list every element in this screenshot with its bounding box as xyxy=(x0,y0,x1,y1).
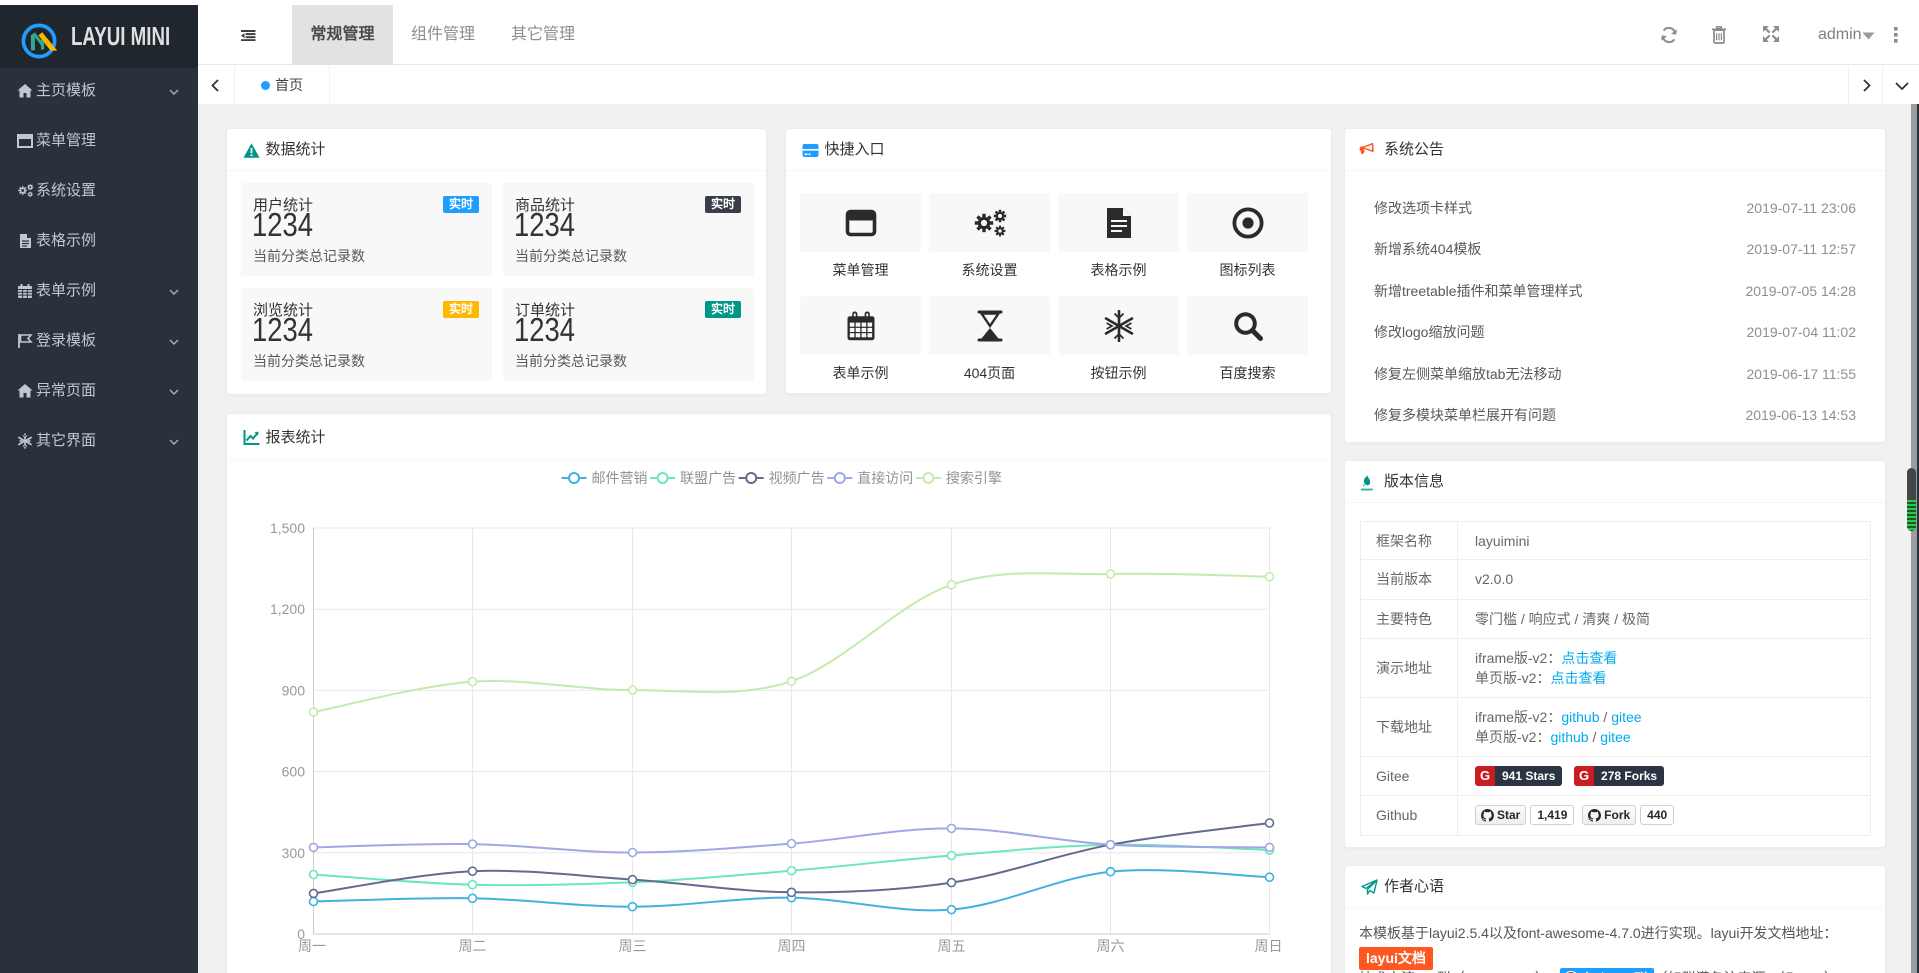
svg-text:周一: 周一 xyxy=(298,938,326,954)
svg-text:900: 900 xyxy=(281,682,305,698)
svg-text:1,200: 1,200 xyxy=(269,601,304,617)
svg-text:周五: 周五 xyxy=(937,938,965,954)
svg-text:周四: 周四 xyxy=(777,938,805,954)
svg-text:搜索引擎: 搜索引擎 xyxy=(945,470,1001,486)
svg-text:1,500: 1,500 xyxy=(269,520,304,536)
svg-text:视频广告: 视频广告 xyxy=(768,470,824,486)
svg-text:周二: 周二 xyxy=(458,938,486,954)
svg-text:周六: 周六 xyxy=(1096,938,1124,954)
svg-text:周日: 周日 xyxy=(1254,938,1282,954)
svg-text:邮件营销: 邮件营销 xyxy=(591,470,647,486)
svg-text:600: 600 xyxy=(281,764,305,780)
svg-text:直接访问: 直接访问 xyxy=(857,470,913,486)
svg-text:300: 300 xyxy=(281,845,305,861)
svg-text:周三: 周三 xyxy=(618,938,646,954)
svg-text:联盟广告: 联盟广告 xyxy=(680,470,736,486)
